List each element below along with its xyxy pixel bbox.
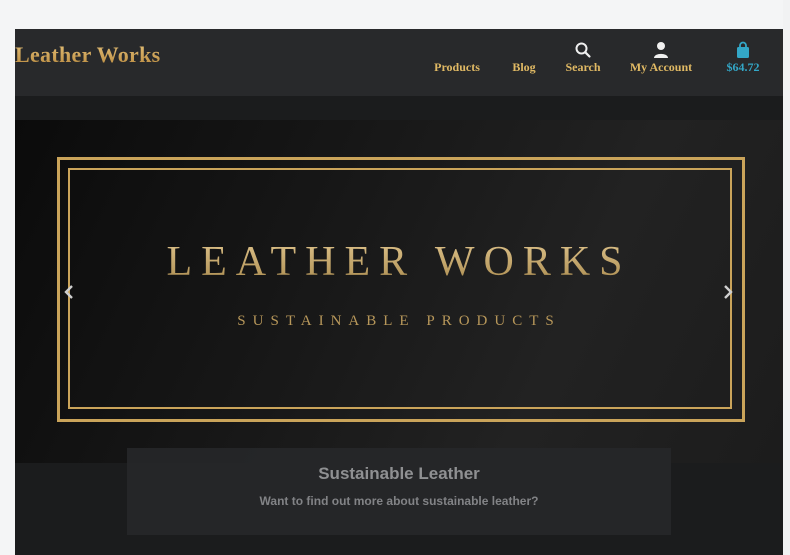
search-icon bbox=[575, 42, 591, 58]
cart-total: $64.72 bbox=[726, 60, 760, 74]
page-edge bbox=[783, 0, 790, 555]
nav-products-label: Products bbox=[434, 60, 480, 74]
carousel-prev-button[interactable] bbox=[61, 280, 77, 304]
nav-search[interactable]: Search bbox=[555, 29, 611, 96]
hero-subtitle: SUSTAINABLE PRODUCTS bbox=[237, 313, 561, 329]
carousel-next-button[interactable] bbox=[720, 280, 736, 304]
caption-text: Want to find out more about sustainable … bbox=[259, 494, 539, 508]
user-icon bbox=[654, 42, 668, 58]
nav-products[interactable]: Products bbox=[422, 29, 492, 96]
nav-blog[interactable]: Blog bbox=[503, 29, 545, 96]
shopping-bag-icon bbox=[737, 41, 749, 58]
hero-carousel: LEATHER WORKS SUSTAINABLE PRODUCTS Susta… bbox=[15, 96, 783, 555]
carousel-caption: Sustainable Leather Want to find out mor… bbox=[127, 448, 671, 535]
nav-my-account[interactable]: My Account bbox=[621, 29, 701, 96]
hero-title: LEATHER WORKS bbox=[15, 238, 783, 286]
chevron-left-icon bbox=[64, 285, 73, 299]
nav-search-label: Search bbox=[565, 60, 601, 74]
chevron-right-icon bbox=[724, 285, 733, 299]
nav-cart[interactable]: $64.72 bbox=[715, 29, 771, 96]
gold-frame-inner bbox=[68, 168, 732, 409]
caption-title: Sustainable Leather bbox=[318, 464, 480, 483]
top-navbar: Leather Works Products Blog Search My Ac… bbox=[15, 29, 783, 96]
nav-account-label: My Account bbox=[629, 60, 693, 74]
nav-blog-label: Blog bbox=[512, 60, 536, 74]
page-frame: Leather Works Products Blog Search My Ac… bbox=[15, 29, 783, 555]
hero-slide: LEATHER WORKS SUSTAINABLE PRODUCTS bbox=[15, 120, 783, 463]
brand-logo[interactable]: Leather Works bbox=[15, 42, 160, 68]
